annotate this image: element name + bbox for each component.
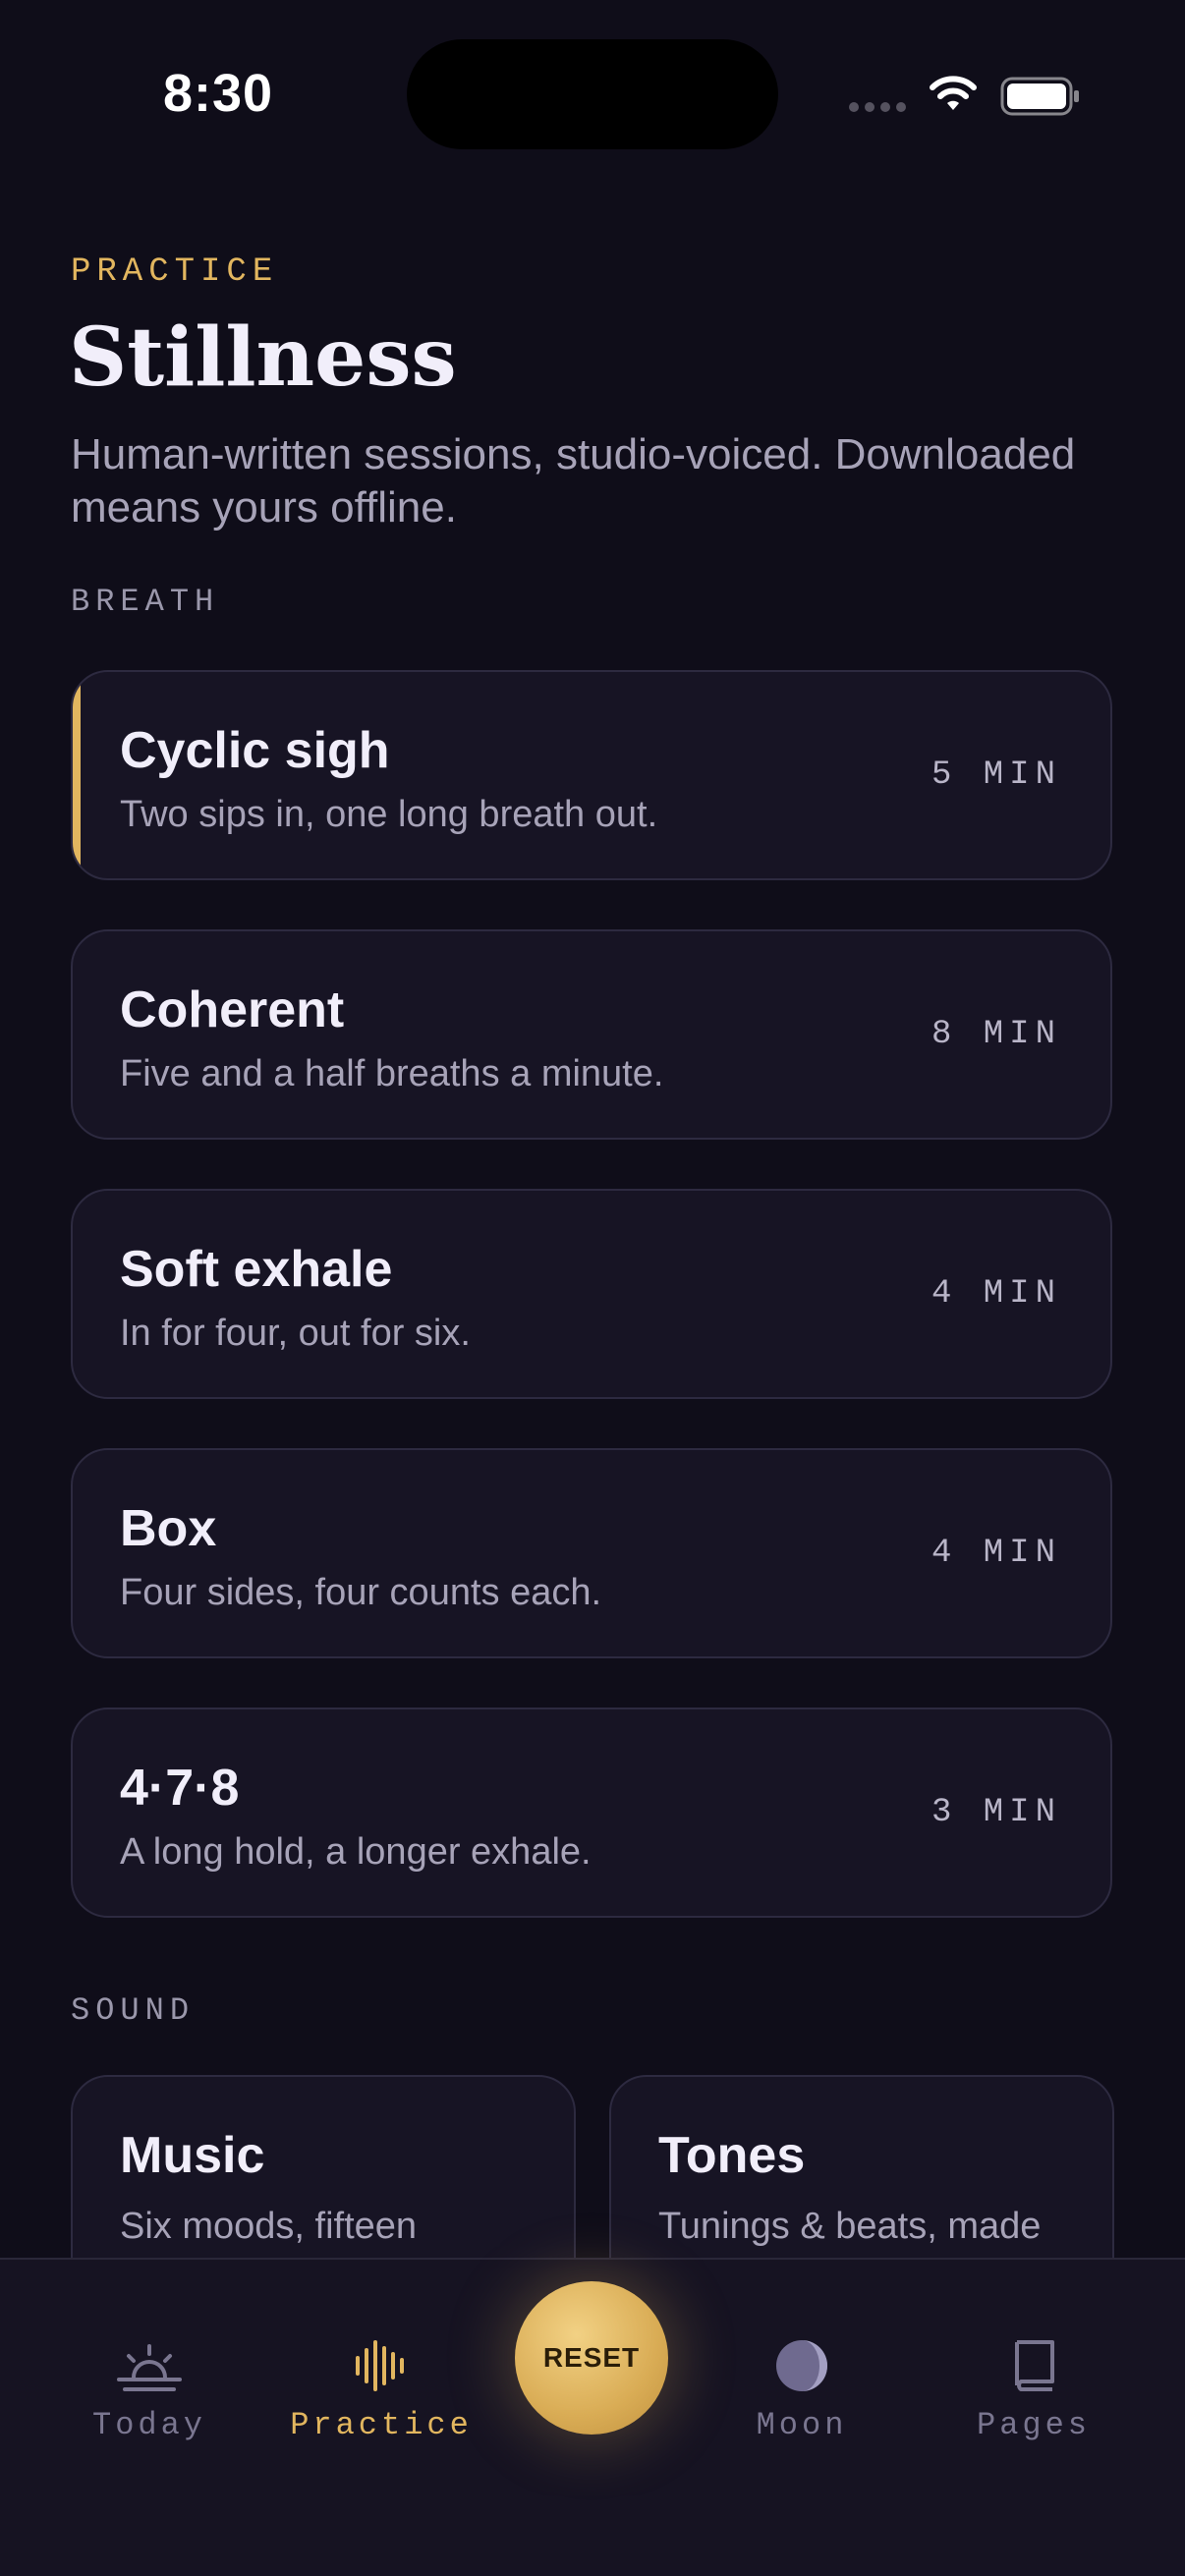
dynamic-island bbox=[407, 39, 778, 149]
sound-title: Music bbox=[120, 2127, 265, 2184]
wifi-icon bbox=[930, 76, 977, 110]
session-card-4-7-8[interactable]: 4·7·8 A long hold, a longer exhale. 3 MI… bbox=[71, 1708, 1112, 1918]
sunrise-icon bbox=[117, 2344, 182, 2391]
session-card-coherent[interactable]: Coherent Five and a half breaths a minut… bbox=[71, 929, 1112, 1140]
session-title: Coherent bbox=[120, 981, 345, 1038]
sound-description: Six moods, fifteen bbox=[120, 2206, 418, 2247]
session-description: In for four, out for six. bbox=[120, 1313, 471, 1354]
session-description: Five and a half breaths a minute. bbox=[120, 1053, 664, 1094]
tab-label: Moon bbox=[756, 2407, 848, 2443]
session-title: 4·7·8 bbox=[120, 1760, 240, 1817]
status-time: 8:30 bbox=[163, 64, 274, 123]
session-card-soft-exhale[interactable]: Soft exhale In for four, out for six. 4 … bbox=[71, 1189, 1112, 1399]
moon-icon bbox=[776, 2340, 827, 2391]
reset-button[interactable]: RESET bbox=[515, 2281, 668, 2435]
cellular-signal-icon bbox=[849, 102, 906, 112]
tab-label: Today bbox=[91, 2407, 206, 2443]
tab-label: Pages bbox=[976, 2407, 1091, 2443]
tab-practice[interactable]: Practice bbox=[273, 2338, 489, 2443]
session-title: Cyclic sigh bbox=[120, 722, 390, 779]
battery-icon bbox=[1000, 77, 1079, 116]
session-card-cyclic-sigh[interactable]: Cyclic sigh Two sips in, one long breath… bbox=[71, 670, 1112, 880]
session-card-box[interactable]: Box Four sides, four counts each. 4 MIN bbox=[71, 1448, 1112, 1658]
session-duration: 5 MIN bbox=[931, 756, 1061, 794]
section-label-sound: SOUND bbox=[71, 1992, 196, 2029]
sound-description: Tunings & beats, made bbox=[658, 2206, 1042, 2247]
book-icon bbox=[1015, 2340, 1054, 2391]
page-eyebrow: PRACTICE bbox=[71, 253, 279, 291]
page-title: Stillness bbox=[69, 310, 457, 405]
session-description: A long hold, a longer exhale. bbox=[120, 1831, 592, 1873]
sound-title: Tones bbox=[658, 2127, 806, 2184]
tab-today[interactable]: Today bbox=[41, 2338, 257, 2443]
session-description: Four sides, four counts each. bbox=[120, 1572, 602, 1613]
waveform-icon bbox=[356, 2340, 404, 2391]
section-label-breath: BREATH bbox=[71, 584, 220, 620]
session-title: Soft exhale bbox=[120, 1241, 393, 1298]
session-duration: 8 MIN bbox=[931, 1016, 1061, 1053]
tab-pages[interactable]: Pages bbox=[926, 2338, 1142, 2443]
session-description: Two sips in, one long breath out. bbox=[120, 794, 658, 835]
practice-screen: 8:30 PRACTICE Stillness Human-written se… bbox=[0, 0, 1185, 2576]
tab-moon[interactable]: Moon bbox=[694, 2338, 910, 2443]
session-duration: 4 MIN bbox=[931, 1275, 1061, 1313]
session-duration: 4 MIN bbox=[931, 1535, 1061, 1572]
page-subtitle: Human-written sessions, studio-voiced. D… bbox=[71, 430, 1076, 532]
tab-label: Practice bbox=[290, 2407, 473, 2443]
session-title: Box bbox=[120, 1500, 217, 1557]
session-duration: 3 MIN bbox=[931, 1794, 1061, 1831]
